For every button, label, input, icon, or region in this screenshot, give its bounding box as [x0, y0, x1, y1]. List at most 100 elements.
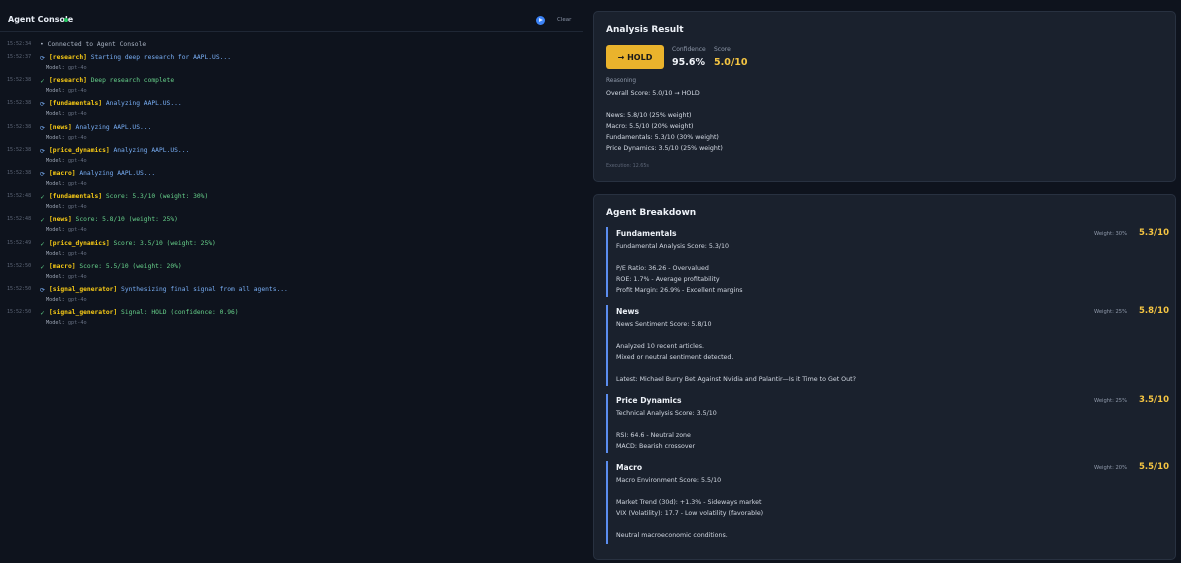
model-value: gpt-4o — [67, 88, 87, 95]
log-timestamp: 15:52:37 — [7, 54, 32, 60]
log-message: Starting deep research for AAPL.US... — [90, 54, 231, 61]
model-label: Model: — [46, 181, 65, 187]
agent-name: Price Dynamics — [616, 396, 682, 405]
play-icon[interactable] — [536, 16, 545, 25]
log-timestamp: 15:52:48 — [7, 216, 32, 223]
log-message: Score: 3.5/10 (weight: 25%) — [113, 239, 216, 247]
model-info: Model: gpt-4o — [46, 274, 87, 280]
agent-score: 5.5/10 — [1139, 462, 1169, 472]
log-message: Score: 5.5/10 (weight: 20%) — [79, 262, 182, 270]
agent-name: Fundamentals — [616, 229, 677, 238]
model-info: Model: gpt-4o — [46, 227, 87, 233]
check-icon: ✓ — [40, 217, 46, 225]
agent-weight: Weight: 25% — [1094, 309, 1127, 315]
connected-message: • Connected to Agent Console — [40, 41, 147, 48]
agent-card-fundamentals: Fundamentals Weight: 30% 5.3/10 Fundamen… — [606, 227, 1169, 297]
model-label: Model: — [46, 111, 65, 118]
model-label: Model: — [46, 320, 65, 327]
model-label: Model: — [46, 250, 65, 257]
reasoning-line: Macro: 5.5/10 (20% weight) — [606, 123, 694, 130]
log-message: Analyzing AAPL.US... — [113, 146, 190, 154]
agent-weight: Weight: 25% — [1094, 398, 1127, 404]
confidence-label: Confidence — [672, 46, 706, 53]
connection-status-dot — [64, 18, 68, 22]
log-message: Analyzing AAPL.US... — [105, 100, 182, 108]
log-message-line: [signal_generator] Signal: HOLD (confide… — [49, 309, 239, 316]
agent-detail-line: Analyzed 10 recent articles. — [616, 343, 704, 350]
model-value: gpt-4o — [67, 320, 87, 327]
agent-detail-line: News Sentiment Score: 5.8/10 — [616, 321, 712, 328]
spinner-icon: ⟳ — [40, 287, 46, 294]
agent-detail-line: Fundamental Analysis Score: 5.3/10 — [616, 243, 730, 250]
model-value: gpt-4o — [67, 134, 87, 141]
log-timestamp: 15:52:38 — [7, 77, 32, 84]
agent-detail-line: ROE: 1.7% - Average profitability — [616, 276, 720, 283]
log-message-line: [research] Deep research complete — [49, 77, 174, 84]
agent-detail-line: RSI: 64.6 - Neutral zone — [616, 432, 691, 439]
model-value: gpt-4o — [67, 250, 87, 257]
agent-card-news: News Weight: 25% 5.8/10 News Sentiment S… — [606, 305, 1169, 386]
check-icon: ✓ — [40, 78, 46, 86]
log-message-line: [fundamentals] Analyzing AAPL.US... — [49, 100, 182, 107]
agent-detail-line: Market Trend (30d): +1.3% - Sideways mar… — [616, 499, 762, 506]
log-timestamp: 15:52:50 — [7, 262, 32, 269]
agent-tag: [news] — [49, 123, 72, 131]
agent-card-price-dynamics: Price Dynamics Weight: 25% 3.5/10 Techni… — [606, 394, 1169, 453]
agent-tag: [signal_generator] — [49, 286, 118, 293]
log-timestamp: 15:52:38 — [7, 100, 32, 107]
agent-tag: [signal_generator] — [49, 309, 118, 317]
agent-detail-line: Macro Environment Score: 5.5/10 — [616, 477, 722, 484]
log-message-line: [price_dynamics] Analyzing AAPL.US... — [49, 147, 189, 154]
model-value: gpt-4o — [67, 297, 87, 303]
log-message-line: [news] Analyzing AAPL.US... — [49, 124, 151, 131]
reasoning-label: Reasoning — [606, 78, 637, 84]
agent-detail-line: MACD: Bearish crossover — [616, 443, 696, 450]
agent-tag: [research] — [49, 54, 87, 61]
model-label: Model: — [46, 157, 65, 164]
model-label: Model: — [46, 273, 65, 280]
log-message: Score: 5.8/10 (weight: 25%) — [75, 216, 178, 224]
confidence-value: 95.6% — [672, 57, 705, 68]
model-value: gpt-4o — [67, 65, 87, 71]
agent-tag: [macro] — [49, 170, 76, 177]
log-message: Analyzing AAPL.US... — [79, 170, 156, 177]
agent-name: Macro — [616, 463, 643, 472]
agent-score: 5.8/10 — [1139, 306, 1169, 316]
agent-score: 5.3/10 — [1139, 228, 1169, 238]
log-timestamp: 15:52:34 — [7, 41, 32, 47]
agent-detail-line: Latest: Michael Burry Bet Against Nvidia… — [616, 376, 856, 383]
model-label: Model: — [46, 204, 65, 211]
signal-hold-badge: → HOLD — [606, 45, 664, 69]
agent-tag: [macro] — [49, 262, 76, 270]
agent-detail-line: P/E Ratio: 36.26 - Overvalued — [616, 265, 709, 272]
log-message: Signal: HOLD (confidence: 0.96) — [121, 309, 239, 317]
log-timestamp: 15:52:38 — [7, 146, 32, 153]
analysis-title: Analysis Result — [606, 25, 684, 35]
model-info: Model: gpt-4o — [46, 158, 87, 164]
model-label: Model: — [46, 227, 65, 234]
reasoning-line: Price Dynamics: 3.5/10 (25% weight) — [606, 145, 723, 152]
reasoning-line: News: 5.8/10 (25% weight) — [606, 112, 692, 119]
log-timestamp: 15:52:38 — [7, 123, 32, 130]
log-message: Synthesizing final signal from all agent… — [121, 286, 288, 293]
agent-name: News — [616, 307, 640, 316]
model-label: Model: — [46, 297, 65, 303]
score-value: 5.0/10 — [714, 57, 748, 68]
agent-detail-line: Profit Margin: 26.9% - Excellent margins — [616, 287, 743, 294]
agent-weight: Weight: 20% — [1094, 465, 1127, 471]
agent-tag: [price_dynamics] — [49, 146, 110, 154]
breakdown-title: Agent Breakdown — [606, 208, 697, 218]
log-timestamp: 15:52:48 — [7, 193, 32, 200]
agent-detail-line: Mixed or neutral sentiment detected. — [616, 354, 734, 361]
score-label: Score — [714, 46, 731, 53]
log-message-line: [macro] Score: 5.5/10 (weight: 20%) — [49, 263, 182, 270]
model-info: Model: gpt-4o — [46, 297, 87, 303]
agent-console: Agent Console Clear 15:52:34 • Connected… — [0, 0, 583, 563]
agent-tag: [fundamentals] — [49, 193, 103, 201]
model-info: Model: gpt-4o — [46, 251, 87, 257]
agent-score: 3.5/10 — [1139, 395, 1169, 405]
spinner-icon: ⟳ — [40, 124, 46, 132]
clear-button[interactable]: Clear — [557, 17, 571, 23]
model-value: gpt-4o — [67, 204, 87, 211]
log-timestamp: 15:52:50 — [7, 286, 32, 292]
